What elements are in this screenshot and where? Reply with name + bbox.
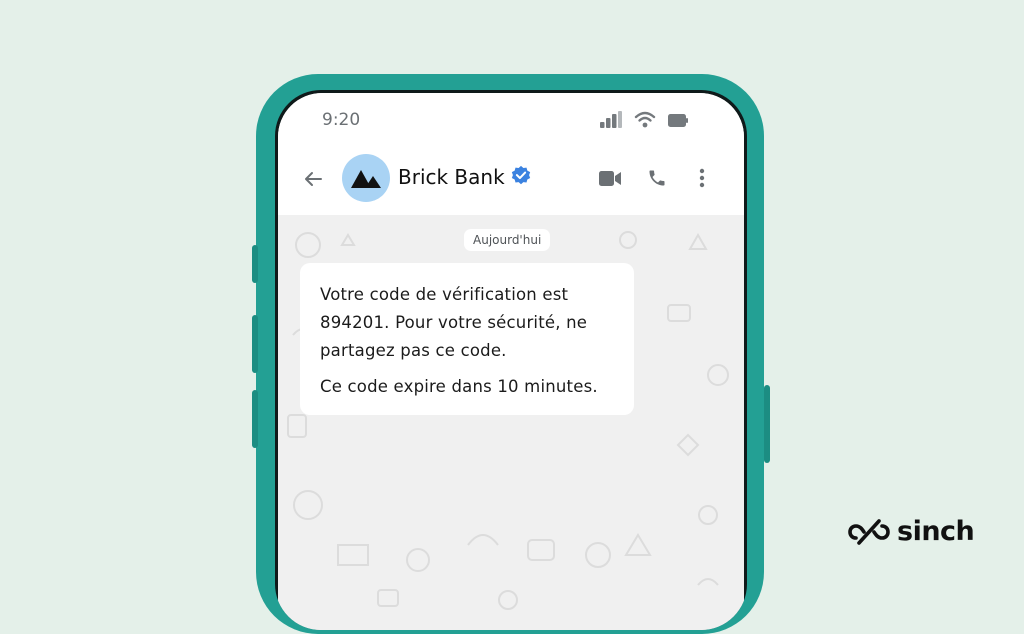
message-text: Ce code expire dans 10 minutes.: [320, 377, 598, 396]
chat-header: Brick Bank: [278, 147, 744, 215]
date-separator: Aujourd'hui: [464, 229, 551, 251]
arrow-left-icon[interactable]: [304, 171, 322, 187]
video-call-icon[interactable]: [599, 171, 621, 186]
more-options-icon[interactable]: [699, 168, 705, 188]
mountain-logo-icon: [351, 170, 381, 188]
verified-badge-icon: [511, 165, 531, 185]
phone-side-button: [252, 315, 258, 373]
message-text: Votre code de vérification est 894201. P…: [320, 285, 588, 360]
status-time: 9:20: [322, 110, 361, 130]
brand-logo: sinch: [848, 516, 975, 547]
signal-icon: [600, 111, 622, 128]
status-icons: [600, 111, 688, 128]
phone-side-button: [252, 245, 258, 283]
status-bar: 9:20: [278, 93, 744, 147]
sinch-logo-icon: [848, 518, 890, 545]
contact-name[interactable]: Brick Bank: [398, 165, 505, 189]
chat-area[interactable]: Aujourd'hui Votre code de vérification e…: [278, 215, 744, 630]
message-bubble: Votre code de vérification est 894201. P…: [300, 263, 634, 415]
voice-call-icon[interactable]: [647, 168, 667, 188]
phone-screen: 9:20 Brick Bank Aujourd'hui Votre code d…: [278, 93, 744, 630]
wifi-icon: [634, 111, 656, 128]
brand-name: sinch: [897, 516, 975, 547]
battery-icon: [668, 114, 688, 127]
avatar[interactable]: [342, 154, 390, 202]
phone-side-button: [252, 390, 258, 448]
phone-side-button: [764, 385, 770, 463]
phone-screen-bezel: 9:20 Brick Bank Aujourd'hui Votre code d…: [275, 90, 747, 630]
